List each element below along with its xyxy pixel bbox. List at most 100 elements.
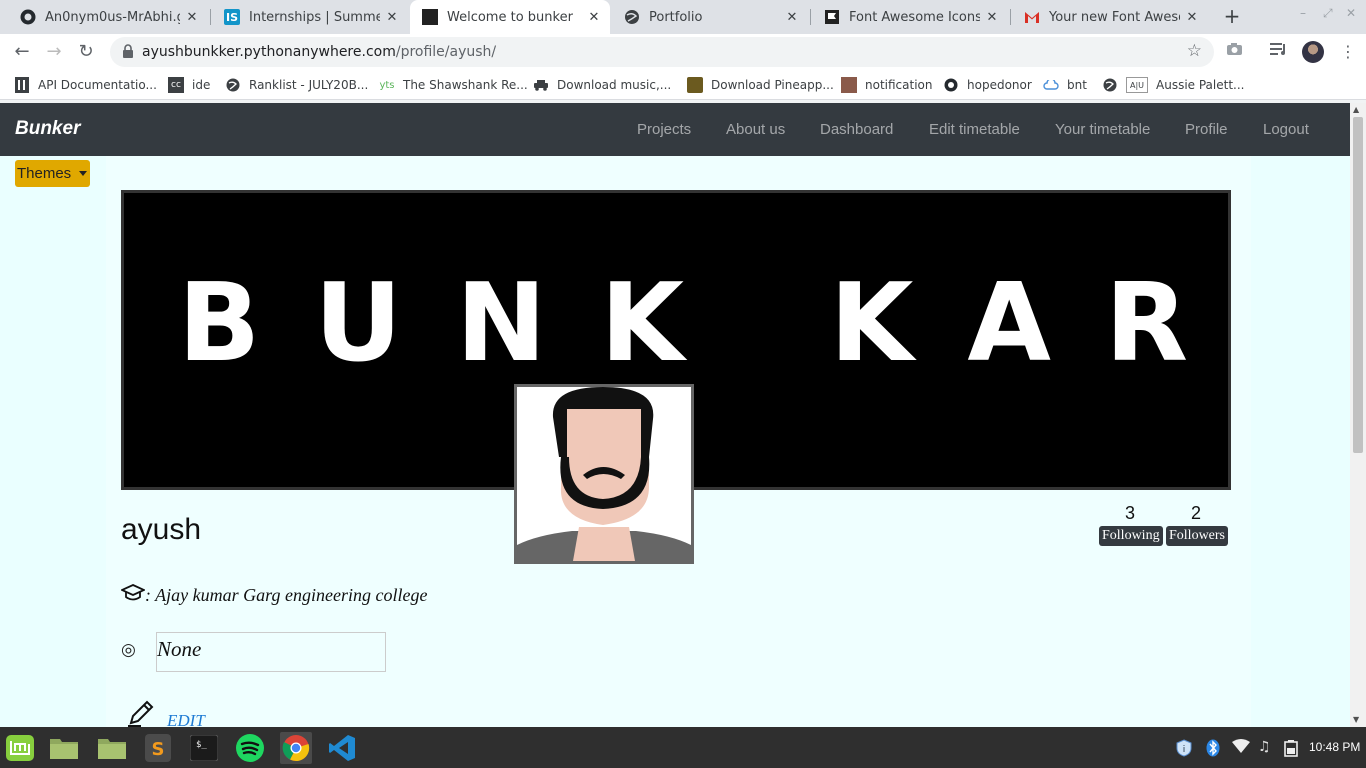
bookmark-ranklist[interactable]: Ranklist - JULY20B... (225, 76, 368, 94)
tab-title: An0nym0us-MrAbhi.gith (45, 9, 180, 25)
reload-icon[interactable]: ↻ (74, 40, 98, 64)
bookmark-download-music[interactable]: Download music,... (533, 76, 671, 94)
maximize-icon[interactable]: ⤢ (1323, 6, 1333, 21)
tab-github[interactable]: An0nym0us-MrAbhi.gith ✕ (8, 0, 208, 34)
nav-your-timetable[interactable]: Your timetable (1055, 121, 1150, 138)
battery-icon[interactable] (1283, 739, 1299, 761)
nav-logout[interactable]: Logout (1263, 121, 1309, 138)
nav-about-us[interactable]: About us (726, 121, 785, 138)
codechef-icon: cc (168, 77, 184, 93)
forward-icon[interactable]: → (42, 40, 66, 64)
book-icon (14, 77, 30, 93)
close-tab-icon[interactable]: ✕ (586, 10, 602, 25)
mint-menu-icon[interactable] (4, 732, 36, 764)
system-clock[interactable]: 10:48 PM (1309, 740, 1360, 754)
following-count: 3 (1124, 503, 1135, 523)
edit-profile-link[interactable]: EDIT (167, 711, 205, 727)
back-icon[interactable]: ← (10, 40, 34, 64)
bookmark-shawshank[interactable]: yts The Shawshank Re... (379, 76, 528, 94)
flag-icon (824, 9, 840, 25)
bookmark-label: API Documentatio... (38, 78, 157, 92)
tab-font-awesome[interactable]: Font Awesome Icons ✕ (812, 0, 1008, 34)
college-row: : Ajay kumar Garg engineering college (119, 583, 428, 608)
close-tab-icon[interactable]: ✕ (984, 10, 1000, 25)
close-tab-icon[interactable]: ✕ (184, 10, 200, 25)
site-navbar: Bunker Projects About us Dashboard Edit … (0, 103, 1350, 156)
nav-edit-timetable[interactable]: Edit timetable (929, 121, 1020, 138)
camera-icon[interactable] (1226, 42, 1243, 60)
files-icon[interactable] (48, 732, 80, 764)
brand-logo[interactable]: Bunker (15, 118, 80, 140)
bookmark-label: Download Pineapp... (711, 78, 834, 92)
chrome-icon[interactable] (280, 732, 312, 764)
music-note-icon[interactable]: ♫ (1258, 739, 1271, 755)
tab-internshala[interactable]: IS Internships | Summer In ✕ (212, 0, 408, 34)
browser-tabstrip: An0nym0us-MrAbhi.gith ✕ IS Internships |… (0, 0, 1366, 34)
bookmark-aussie-palette[interactable]: A|U Aussie Palett... (1102, 76, 1244, 94)
wifi-icon[interactable] (1232, 739, 1250, 757)
bookmark-pineapple[interactable]: Download Pineapp... (687, 76, 834, 94)
bookmark-ide[interactable]: cc ide (168, 76, 210, 94)
following-button[interactable]: Following (1099, 526, 1163, 546)
address-bar[interactable]: ayushbunkker.pythonanywhere.com/profile/… (110, 37, 1214, 67)
bookmark-api-docs[interactable]: API Documentatio... (14, 76, 157, 94)
tab-portfolio[interactable]: Portfolio ✕ (612, 0, 808, 34)
themes-dropdown-button[interactable]: Themes (15, 160, 90, 187)
scroll-down-icon[interactable]: ▼ (1353, 715, 1359, 724)
pencil-icon[interactable] (127, 699, 155, 727)
svg-text:S: S (152, 739, 165, 760)
following-stat[interactable]: 3 Following (1099, 503, 1163, 546)
terminal-icon[interactable]: $_ (188, 732, 220, 764)
new-tab-icon[interactable]: + (1220, 4, 1244, 28)
bookmark-label: Download music,... (557, 78, 672, 92)
followers-stat[interactable]: 2 Followers (1166, 503, 1228, 546)
target-icon: ◎ (121, 640, 136, 660)
tab-title: Internships | Summer In (249, 9, 380, 25)
bookmarks-bar: API Documentatio... cc ide Ranklist - JU… (0, 70, 1366, 100)
scrollbar-thumb[interactable] (1353, 117, 1363, 453)
bluetooth-icon[interactable] (1206, 739, 1220, 761)
close-tab-icon[interactable]: ✕ (384, 10, 400, 25)
nav-projects[interactable]: Projects (637, 121, 691, 138)
bookmark-label: Ranklist - JULY20B... (249, 78, 369, 92)
media-control-icon[interactable] (1270, 42, 1288, 60)
nav-dashboard[interactable]: Dashboard (820, 121, 893, 138)
bookmark-label: The Shawshank Re... (403, 78, 528, 92)
followers-button[interactable]: Followers (1166, 526, 1228, 546)
bookmark-star-icon[interactable]: ☆ (1187, 41, 1202, 61)
globe-icon (1102, 77, 1118, 93)
tab-title: Font Awesome Icons (849, 9, 980, 25)
folder-icon[interactable] (96, 732, 128, 764)
bookmark-notification[interactable]: notification (841, 76, 932, 94)
profile-username: ayush (121, 513, 202, 546)
nav-profile[interactable]: Profile (1185, 121, 1228, 138)
spotify-icon[interactable] (234, 732, 266, 764)
close-window-icon[interactable]: ✕ (1346, 6, 1356, 20)
bookmark-hopedonor[interactable]: hopedonor (943, 76, 1032, 94)
lock-icon (123, 44, 133, 58)
close-tab-icon[interactable]: ✕ (1184, 10, 1200, 25)
college-name: : Ajay kumar Garg engineering college (145, 585, 428, 605)
minimize-icon[interactable]: – (1300, 6, 1306, 20)
tab-bunker[interactable]: Welcome to bunker ✕ (410, 0, 610, 34)
globe-icon (225, 77, 241, 93)
browser-toolbar: ← → ↻ ayushbunkker.pythonanywhere.com/pr… (0, 34, 1366, 70)
shield-icon[interactable]: i (1176, 739, 1192, 761)
caret-down-icon (79, 171, 88, 176)
profile-avatar-icon[interactable] (1302, 41, 1324, 63)
vscode-icon[interactable] (326, 732, 358, 764)
car-icon (533, 77, 549, 93)
page-scrollbar[interactable]: ▲ ▼ (1350, 103, 1366, 727)
edit-row[interactable]: EDIT (127, 699, 205, 727)
menu-kebab-icon[interactable]: ⋮ (1340, 42, 1356, 61)
github-icon (20, 9, 36, 25)
palette-icon: A|U (1126, 77, 1148, 93)
close-tab-icon[interactable]: ✕ (784, 10, 800, 25)
pineapple-icon (687, 77, 703, 93)
sublime-text-icon[interactable]: S (142, 732, 174, 764)
tab-gmail[interactable]: Your new Font Awesome ✕ (1012, 0, 1208, 34)
themes-label: Themes (17, 165, 72, 182)
bookmark-bnt[interactable]: bnt (1043, 76, 1087, 94)
url-text: ayushbunkker.pythonanywhere.com/profile/… (142, 44, 496, 60)
scroll-up-icon[interactable]: ▲ (1353, 105, 1359, 114)
